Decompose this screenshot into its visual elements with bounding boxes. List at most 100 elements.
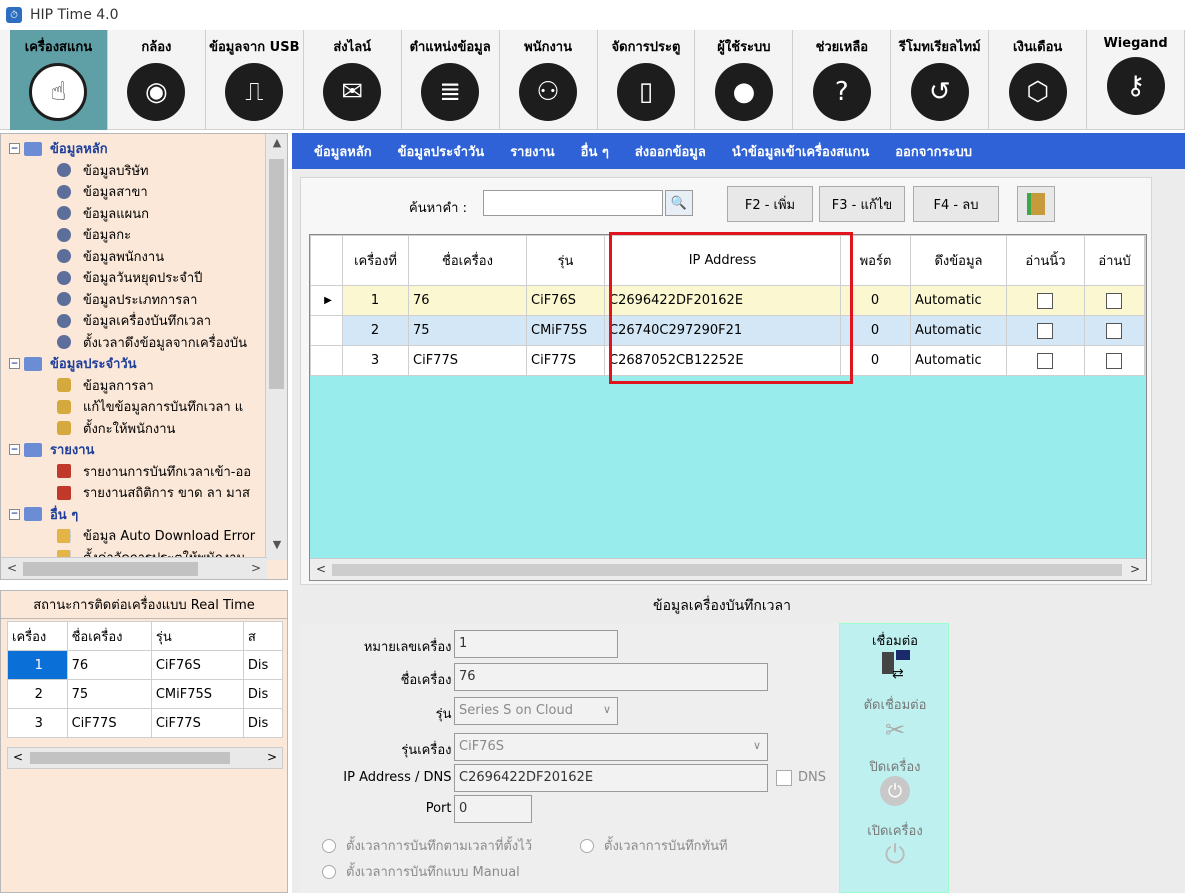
realtime-horizontal-scrollbar[interactable]: < > [7, 747, 283, 769]
tree-item[interactable]: ข้อมูลพนักงาน [9, 246, 287, 268]
model-select[interactable]: CiF76S ∨ [454, 733, 768, 761]
scroll-right-icon[interactable]: > [251, 561, 261, 575]
toolbar-button-line-message[interactable]: ส่งไลน์ ✉ [304, 30, 402, 130]
toolbar-button-key[interactable]: Wiegand ⚷ [1087, 30, 1185, 130]
dns-checkbox[interactable] [776, 770, 792, 786]
tree-group[interactable]: − ข้อมูลประจำวัน [9, 353, 287, 375]
collapse-icon[interactable]: − [9, 444, 20, 456]
scroll-left-icon[interactable]: < [13, 750, 23, 764]
finger-checkbox[interactable] [1037, 322, 1053, 339]
menu-item[interactable]: ข้อมูลหลัก [314, 141, 372, 162]
tree-item[interactable]: ข้อมูลบริษัท [9, 160, 287, 182]
finger-checkbox[interactable] [1037, 292, 1053, 309]
search-input[interactable] [483, 190, 663, 216]
series-select[interactable]: Series S on Cloud ∨ [454, 697, 618, 725]
tree-item[interactable]: ตั้งเวลาดึงข้อมูลจากเครื่องบัน [9, 332, 287, 354]
realtime-row[interactable]: 3 CiF77S CiF77S Dis [7, 708, 284, 738]
tree-group[interactable]: − อื่น ๆ [9, 504, 287, 526]
tree-item[interactable]: ข้อมูลการลา [9, 375, 287, 397]
tree-item[interactable]: ข้อมูล Auto Download Error [9, 525, 287, 547]
search-icon[interactable]: 🔍 [665, 190, 693, 216]
exit-door-icon[interactable] [1017, 186, 1055, 222]
scroll-right-icon[interactable]: > [267, 750, 277, 764]
radio-button[interactable] [322, 864, 336, 879]
toolbar-button-door[interactable]: จัดการประตู ▯ [598, 30, 696, 130]
add-button[interactable]: F2 - เพิ่ม [727, 186, 813, 222]
menu-item[interactable]: นำข้อมูลเข้าเครื่องสแกน [732, 141, 869, 162]
realtime-column-header[interactable]: ส [242, 621, 284, 651]
tree-group[interactable]: − รายงาน [9, 439, 287, 461]
disconnect-plug-icon[interactable]: ✂ [880, 716, 910, 746]
realtime-row[interactable]: 2 75 CMiF75S Dis [7, 679, 284, 709]
grid-row[interactable]: ▶ 1 76 CiF76S C2696422DF20162E 0 Automatic [310, 285, 1145, 316]
grid-column-header[interactable]: ดึงข้อมูล [910, 235, 1007, 286]
connect-pc-icon[interactable]: ⇄ [880, 650, 910, 682]
delete-button[interactable]: F4 - ลบ [913, 186, 999, 222]
tree-group[interactable]: − ข้อมูลหลัก [9, 138, 287, 160]
menu-item[interactable]: อื่น ๆ [581, 141, 609, 162]
grid-row[interactable]: 3 CiF77S CiF77S C2687052CB12252E 0 Automatic [310, 345, 1145, 376]
toolbar-button-cctv-camera[interactable]: กล้อง ◉ [108, 30, 206, 130]
toolbar-button-history-clock[interactable]: รีโมทเรียลไทม์ ↺ [891, 30, 990, 130]
menu-item[interactable]: ข้อมูลประจำวัน [398, 141, 485, 162]
ip-field[interactable]: C2696422DF20162E [454, 764, 768, 792]
scroll-left-icon[interactable]: < [7, 561, 17, 575]
scroll-thumb[interactable] [332, 564, 1122, 576]
tree-item[interactable]: ข้อมูลแผนก [9, 203, 287, 225]
scroll-left-icon[interactable]: < [316, 562, 326, 576]
toolbar-button-payroll[interactable]: เงินเดือน ⬡ [989, 30, 1088, 130]
realtime-column-header[interactable]: ชื่อเครื่อง [66, 621, 152, 651]
scroll-thumb[interactable] [30, 752, 230, 764]
tree-item[interactable]: ข้อมูลวันหยุดประจำปี [9, 267, 287, 289]
collapse-icon[interactable]: − [9, 508, 20, 520]
toolbar-button-usb[interactable]: ข้อมูลจาก USB ⎍ [206, 30, 304, 130]
tree-item[interactable]: ข้อมูลกะ [9, 224, 287, 246]
tree-item[interactable]: ตั้งกะให้พนักงาน [9, 418, 287, 440]
radio-button[interactable] [580, 838, 594, 853]
realtime-row[interactable]: 1 76 CiF76S Dis [7, 650, 284, 680]
scroll-right-icon[interactable]: > [1130, 562, 1140, 576]
collapse-icon[interactable]: − [9, 358, 20, 370]
realtime-column-header[interactable]: รุ่น [150, 621, 244, 651]
finger-checkbox[interactable] [1037, 352, 1053, 369]
power-off-icon[interactable]: ⏻ [880, 776, 910, 806]
machine-no-field[interactable]: 1 [454, 630, 618, 658]
grid-horizontal-scrollbar[interactable]: < > [310, 558, 1146, 580]
toolbar-button-hand-pointer[interactable]: เครื่องสแกน ☝ [10, 30, 108, 130]
tree-item[interactable]: ข้อมูลเครื่องบันทึกเวลา [9, 310, 287, 332]
menu-item[interactable]: ออกจากระบบ [895, 141, 972, 162]
menu-item[interactable]: รายงาน [510, 141, 554, 162]
tree-item[interactable]: ข้อมูลประเภทการลา [9, 289, 287, 311]
toolbar-button-database[interactable]: ตำแหน่งข้อมูล ≣ [402, 30, 500, 130]
tree-item[interactable]: ข้อมูลสาขา [9, 181, 287, 203]
grid-column-header[interactable]: อ่านบั [1084, 235, 1145, 286]
tree-item[interactable]: รายงานการบันทึกเวลาเข้า-ออ [9, 461, 287, 483]
toolbar-button-employees[interactable]: พนักงาน ⚇ [500, 30, 598, 130]
grid-column-header[interactable]: พอร์ต [840, 235, 911, 286]
grid-row[interactable]: 2 75 CMiF75S C26740C297290F21 0 Automatic [310, 315, 1145, 346]
port-field[interactable]: 0 [454, 795, 532, 823]
grid-column-header[interactable]: รุ่น [526, 235, 605, 286]
radio-scheduled[interactable]: ตั้งเวลาการบันทึกตามเวลาที่ตั้งไว้ [322, 835, 532, 856]
card-checkbox[interactable] [1106, 352, 1122, 369]
tree-item[interactable]: แก้ไขข้อมูลการบันทึกเวลา แ [9, 396, 287, 418]
grid-column-header[interactable]: อ่านนิ้ว [1006, 235, 1085, 286]
radio-button[interactable] [322, 838, 336, 853]
card-checkbox[interactable] [1106, 322, 1122, 339]
radio-manual[interactable]: ตั้งเวลาการบันทึกแบบ Manual [322, 861, 520, 882]
tree-vertical-scrollbar[interactable]: ▲ ▼ [265, 134, 287, 560]
toolbar-button-help[interactable]: ช่วยเหลือ? [793, 30, 892, 130]
menu-item[interactable]: ส่งออกข้อมูล [635, 141, 706, 162]
grid-column-header[interactable]: ชื่อเครื่อง [408, 235, 527, 286]
edit-button[interactable]: F3 - แก้ไข [819, 186, 905, 222]
tree-horizontal-scrollbar[interactable]: < > [1, 557, 267, 579]
grid-column-header[interactable]: เครื่องที่ [342, 235, 409, 286]
radio-immediate[interactable]: ตั้งเวลาการบันทึกทันที [580, 835, 728, 856]
card-checkbox[interactable] [1106, 292, 1122, 309]
scroll-down-icon[interactable]: ▼ [266, 538, 287, 558]
machine-name-field[interactable]: 76 [454, 663, 768, 691]
collapse-icon[interactable]: − [9, 143, 20, 155]
scroll-up-icon[interactable]: ▲ [266, 136, 287, 156]
power-on-icon[interactable]: ⏻ [880, 840, 910, 870]
tree-item[interactable]: รายงานสถิติการ ขาด ลา มาส [9, 482, 287, 504]
